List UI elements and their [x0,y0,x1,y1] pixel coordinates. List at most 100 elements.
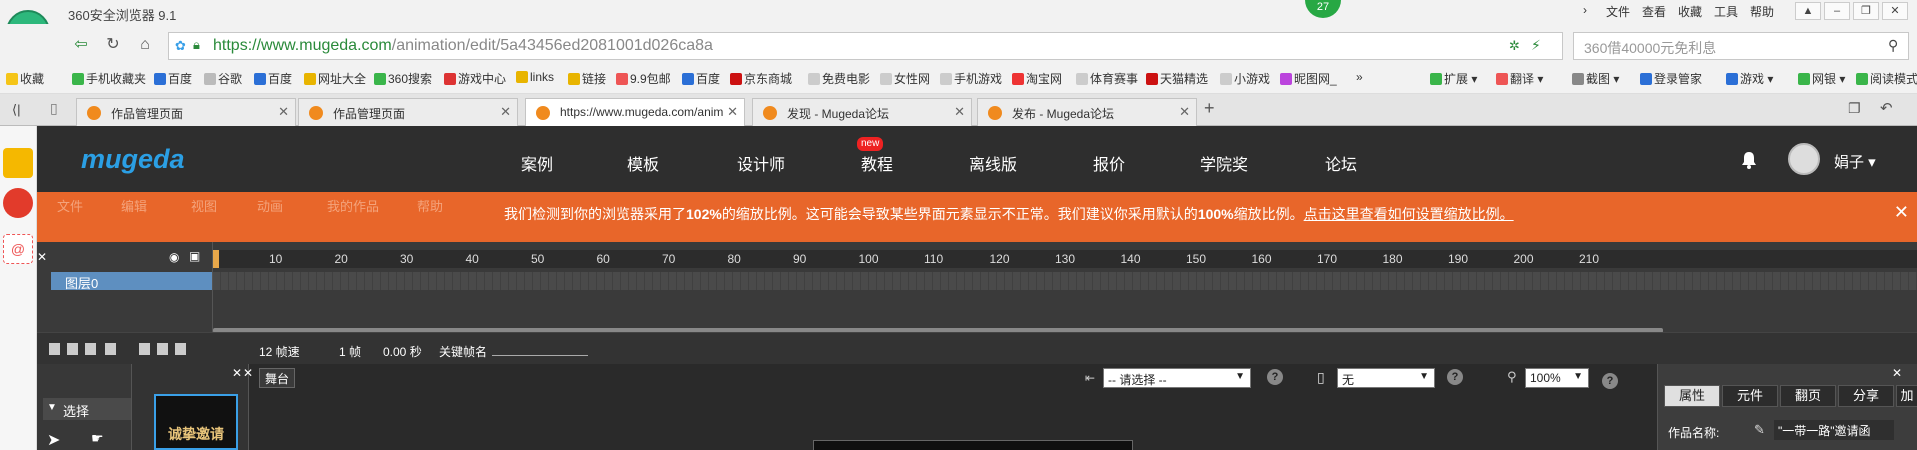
menu-favorites[interactable]: 收藏 [1678,3,1702,20]
timeline-close-icon[interactable]: ✕ [37,250,47,264]
back-arrow-icon[interactable]: ⇦ [70,34,92,56]
avatar[interactable] [1788,143,1820,175]
menu-chevron-icon[interactable]: › [1583,3,1587,17]
bookmark-item[interactable]: 谷歌 [204,70,242,87]
address-bar[interactable]: ✿ 🔒︎ https://www.mugeda.com/animation/ed… [168,32,1563,60]
bookmark-item[interactable]: 百度 [682,70,720,87]
nav-offline[interactable]: 离线版 [969,151,1017,175]
bookmark-item[interactable]: 百度 [254,70,292,87]
timeline-ruler[interactable]: 10 20 30 40 50 60 70 80 90 100 110 120 130 140 150 160 1… [213,250,1917,268]
tab-editor[interactable]: https://www.mugeda.com/anim ✕ [525,98,745,127]
editor-menu-help[interactable]: 帮助 [417,196,443,215]
bookmark-item[interactable]: 小游戏 [1220,70,1270,87]
bookmark-item[interactable]: 昵图网_ [1280,70,1337,87]
device-select[interactable]: 无 ▼ [1337,368,1435,388]
bookmark-item[interactable]: 女性网 [880,70,930,87]
copy-icon[interactable] [105,343,116,355]
work-name-field[interactable]: "一带一路"邀请函 [1774,420,1894,440]
editor-menu-animation[interactable]: 动画 [257,196,283,215]
user-menu[interactable]: 娟子 ▾ [1834,151,1876,172]
bookmark-item[interactable]: 360搜索 [374,70,432,87]
tab-works-2[interactable]: 作品管理页面 ✕ [298,98,518,126]
search-icon[interactable]: ⚲ [1888,37,1898,54]
search-input[interactable]: 360借40000元免利息 [1584,38,1716,58]
menu-help[interactable]: 帮助 [1750,3,1774,20]
zoom-select[interactable]: 100% ▼ [1525,368,1589,388]
editor-menu-view[interactable]: 视图 [191,196,217,215]
editor-menu-edit[interactable]: 编辑 [121,196,147,215]
collapse-triangle-icon[interactable]: ▼ [47,402,57,413]
tab-list-icon[interactable]: ❐ [1848,100,1861,117]
search-box[interactable]: 360借40000元免利息 ⚲ [1573,32,1909,60]
menu-file[interactable]: 文件 [1606,3,1630,20]
page-thumbnail[interactable]: 诚挚邀请 [154,394,238,450]
toolbar-login-manager[interactable]: 登录管家 [1640,70,1702,87]
bookmark-item[interactable]: 链接 [568,70,606,87]
home-icon[interactable]: ⌂ [134,34,156,56]
bookmark-item[interactable]: 手机游戏 [940,70,1002,87]
mugeda-logo[interactable]: mugeda [81,144,185,175]
nav-designers[interactable]: 设计师 [737,151,785,175]
bell-icon[interactable] [1740,151,1758,169]
tab-close-icon[interactable]: ✕ [278,104,289,120]
tab-stage[interactable]: 舞台 [259,368,295,388]
toolbar-bank[interactable]: 网银 ▾ [1798,70,1845,87]
minimize-button[interactable]: – [1824,2,1850,20]
star-icon[interactable] [3,148,33,178]
bookmark-item[interactable]: 体育赛事 [1076,70,1138,87]
menu-view[interactable]: 查看 [1642,3,1666,20]
tab-works-1[interactable]: 作品管理页面 ✕ [76,98,296,126]
frame-tool-icon[interactable] [157,343,168,355]
frame-tool-icon[interactable] [139,343,150,355]
arrow-tool-icon[interactable]: ➤ [47,430,60,450]
playhead[interactable] [213,250,219,268]
stage-canvas[interactable] [813,440,1133,450]
speed-mode-icon[interactable]: ✲ [1509,38,1520,54]
folder-icon[interactable] [67,343,78,355]
tab-close-icon[interactable]: ✕ [1179,104,1190,120]
bookmark-item[interactable]: 游戏中心 [444,70,506,87]
hand-tool-icon[interactable]: ☛ [91,430,104,447]
align-icon[interactable]: ⇤ [1085,371,1095,385]
menu-tools[interactable]: 工具 [1714,3,1738,20]
skin-icon[interactable]: ▲ [1795,2,1821,20]
bookmark-item[interactable]: 天猫精选 [1146,70,1208,87]
tab-history-icon[interactable]: ⟨| [12,102,20,118]
bookmark-item[interactable]: 淘宝网 [1012,70,1062,87]
tab-publish[interactable]: 发布 - Mugeda论坛 ✕ [977,98,1197,126]
eye-icon[interactable]: ◉ [169,250,179,264]
zoom-help-link[interactable]: 点击这里查看如何设置缩放比例。 [1304,206,1514,222]
nav-forum[interactable]: 论坛 [1325,151,1357,175]
bookmark-favorites[interactable]: 收藏 [6,70,44,87]
frame-tool-icon[interactable] [175,343,186,355]
refresh-icon[interactable]: ↻ [102,34,124,56]
editor-menu-file[interactable]: 文件 [57,196,83,215]
close-window-button[interactable]: ✕ [1882,2,1908,20]
new-layer-icon[interactable] [49,343,60,355]
tab-discover[interactable]: 发现 - Mugeda论坛 ✕ [752,98,972,126]
delete-icon[interactable] [85,343,96,355]
nav-academy-award[interactable]: 学院奖 [1200,151,1248,175]
toolbar-reading-mode[interactable]: 阅读模式 [1856,70,1917,87]
help-icon[interactable]: ? [1447,369,1463,385]
panel-close-icon[interactable]: ✕ [1892,366,1902,380]
weibo-icon[interactable] [3,188,33,218]
lock-icon[interactable]: ▣ [189,249,200,263]
new-tab-button[interactable]: + [1204,98,1215,119]
toolbar-extensions[interactable]: 扩展 ▾ [1430,70,1477,87]
undo-close-icon[interactable]: ↶ [1880,99,1893,117]
scene-select[interactable]: -- 请选择 -- ▼ [1103,368,1251,388]
keyframe-name-input[interactable] [492,355,588,356]
mail-icon[interactable]: @ [3,234,33,264]
nav-tutorials[interactable]: 教程 [861,151,893,175]
toolbar-games[interactable]: 游戏 ▾ [1726,70,1773,87]
toolbar-translate[interactable]: 翻译 ▾ [1496,70,1543,87]
tab-loading[interactable]: 加载 [1896,385,1917,407]
panel-close-icon[interactable]: ✕ [232,366,242,380]
bookmark-item[interactable]: 9.9包邮 [616,70,671,87]
tab-properties[interactable]: 属性 [1664,385,1720,407]
layer-row[interactable]: 图层0 [51,272,212,291]
help-icon[interactable]: ? [1267,369,1283,385]
fps-value[interactable]: 12 帧速 [259,343,300,360]
tab-page-turn[interactable]: 翻页 [1780,385,1836,407]
